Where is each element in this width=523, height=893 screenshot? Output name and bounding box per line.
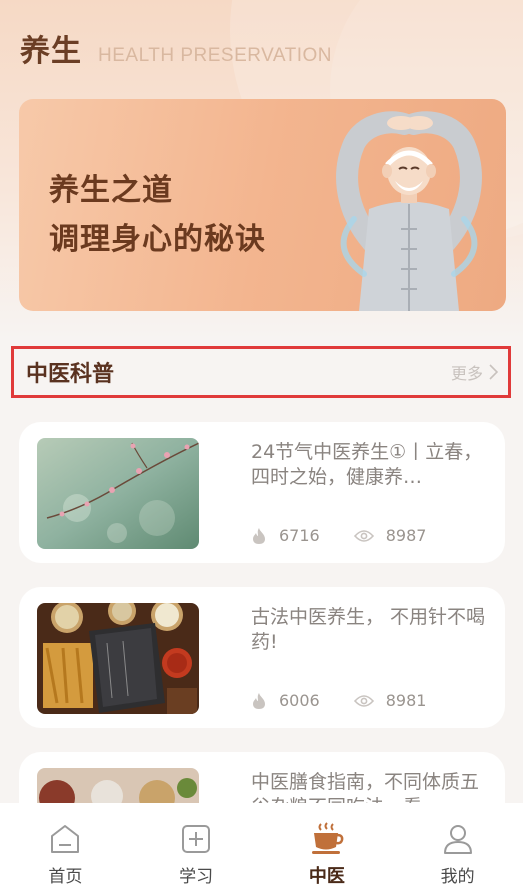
tab-home[interactable]: 首页 xyxy=(0,803,131,893)
view-count: 8981 xyxy=(353,691,426,710)
home-icon xyxy=(51,825,80,853)
section-header-tcm: 中医科普 更多 xyxy=(11,346,511,398)
page-header: 养生 HEALTH PRESERVATION xyxy=(20,26,332,70)
banner-headline: 养生之道 xyxy=(49,173,173,208)
tab-label: 学习 xyxy=(179,867,214,887)
eye-icon xyxy=(353,529,374,542)
like-count: 6006 xyxy=(251,691,320,710)
tab-label: 中医 xyxy=(308,866,345,887)
page-title: 养生 xyxy=(20,34,82,69)
tea-cup-icon xyxy=(311,822,344,854)
eye-icon xyxy=(353,694,374,707)
tab-label: 首页 xyxy=(48,867,83,887)
tab-mine[interactable]: 我的 xyxy=(392,803,523,893)
tai-chi-elder-illustration xyxy=(336,111,482,311)
article-card[interactable]: 古法中医养生， 不用针不喝药! 6006 8981 xyxy=(19,587,505,728)
view-count: 8987 xyxy=(353,526,426,545)
like-count: 6716 xyxy=(251,526,320,545)
page-subtitle: HEALTH PRESERVATION xyxy=(98,45,333,66)
section-title: 中医科普 xyxy=(26,362,115,387)
bottom-tab-bar: 首页 学习 中医 我的 xyxy=(0,803,523,893)
flame-icon xyxy=(253,692,265,709)
article-thumbnail-blossom xyxy=(37,438,199,549)
more-label: 更多 xyxy=(450,364,483,383)
plus-square-icon xyxy=(182,825,211,853)
article-title: 24节气中医养生①丨立春，四时之始，健康养… xyxy=(251,441,483,488)
article-thumbnail-herbs xyxy=(37,603,199,714)
chevron-right-icon xyxy=(489,364,498,380)
tab-label: 我的 xyxy=(440,867,475,887)
user-icon xyxy=(443,825,472,854)
promo-banner[interactable]: 养生之道 调理身心的秘诀 xyxy=(19,99,506,311)
more-link[interactable]: 更多 xyxy=(451,360,498,384)
flame-icon xyxy=(253,527,265,544)
tab-tcm[interactable]: 中医 xyxy=(262,803,393,893)
article-stats: 6716 8987 xyxy=(251,526,426,545)
article-card[interactable]: 24节气中医养生①丨立春，四时之始，健康养… 6716 8987 xyxy=(19,422,505,563)
article-stats: 6006 8981 xyxy=(251,691,426,710)
tab-study[interactable]: 学习 xyxy=(131,803,262,893)
article-title: 古法中医养生， 不用针不喝药! xyxy=(251,606,486,653)
banner-tagline: 调理身心的秘诀 xyxy=(49,222,266,257)
